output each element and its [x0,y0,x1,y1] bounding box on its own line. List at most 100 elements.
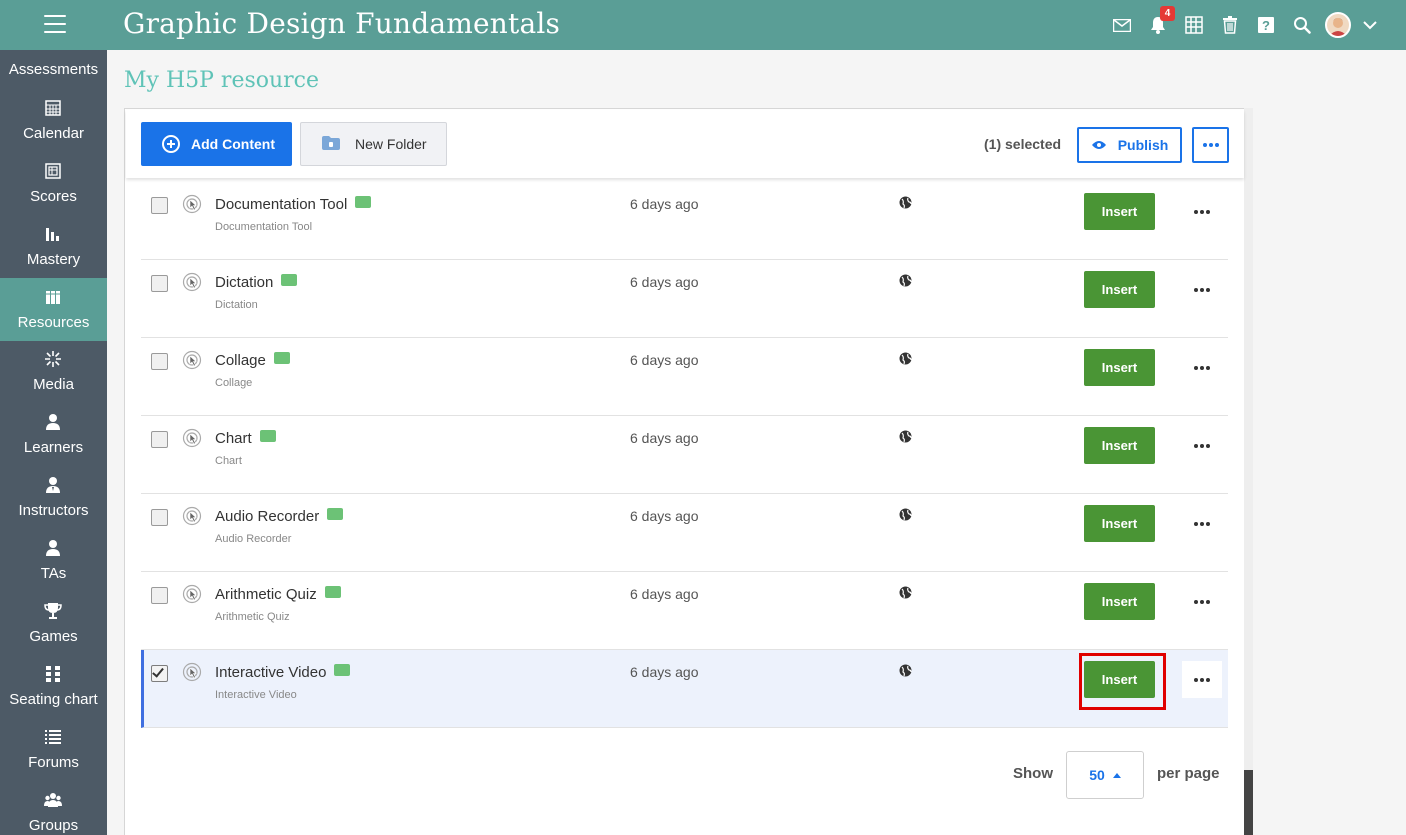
insert-button[interactable]: Insert [1084,505,1155,542]
sidebar-item-tas[interactable]: TAs [0,530,107,593]
table-row-selected[interactable]: Interactive Video Interactive Video 6 da… [141,650,1228,728]
globe-icon [899,274,913,288]
grid-calendar-icon[interactable] [1176,10,1212,40]
new-folder-label: New Folder [355,136,427,152]
row-more-button[interactable] [1182,349,1222,386]
row-checkbox[interactable] [151,509,168,526]
add-content-button[interactable]: Add Content [141,122,292,166]
sidebar-item-seating-chart[interactable]: Seating chart [0,656,107,719]
h5p-type-icon [182,428,202,448]
app-title: Graphic Design Fundamentals [123,7,561,40]
search-icon[interactable] [1284,10,1320,40]
sidebar-item-instructors[interactable]: Instructors [0,467,107,530]
row-title[interactable]: Arithmetic Quiz [215,586,341,603]
chevron-down-icon[interactable] [1356,10,1384,40]
table-row[interactable]: Documentation Tool Documentation Tool 6 … [141,182,1228,260]
help-icon[interactable]: ? [1248,10,1284,40]
sidebar-item-scores[interactable]: Scores [0,152,107,215]
table-row[interactable]: Collage Collage 6 days ago Insert [141,338,1228,416]
per-page-select[interactable]: 50 [1066,751,1144,799]
sidebar-item-resources[interactable]: Resources [0,278,107,341]
table-row[interactable]: Dictation Dictation 6 days ago Insert [141,260,1228,338]
row-checkbox[interactable] [151,587,168,604]
insert-button[interactable]: Insert [1084,349,1155,386]
row-title[interactable]: Dictation [215,274,298,291]
row-checkbox[interactable] [151,353,168,370]
row-checkbox[interactable] [151,197,168,214]
table-row[interactable]: Audio Recorder Audio Recorder 6 days ago… [141,494,1228,572]
row-date: 6 days ago [630,274,699,290]
checkmark-icon [152,665,164,678]
instructor-icon [43,476,63,494]
row-title[interactable]: Interactive Video [215,664,351,681]
sidebar-item-games[interactable]: Games [0,593,107,656]
row-title[interactable]: Audio Recorder [215,508,344,525]
sidebar-item-label: Forums [28,754,79,771]
calendar-icon [43,99,63,117]
h5p-type-icon [182,584,202,604]
row-subtitle: Audio Recorder [215,533,292,545]
scrollbar-thumb[interactable] [1244,770,1253,835]
ta-icon [43,539,63,557]
shared-icon [334,664,351,676]
sidebar-item-label: TAs [40,565,67,582]
row-more-button[interactable] [1182,427,1222,464]
insert-button[interactable]: Insert [1084,193,1155,230]
sidebar-item-mastery[interactable]: Mastery [0,215,107,278]
more-options-button[interactable] [1192,127,1229,163]
row-title[interactable]: Chart [215,430,276,447]
row-date: 6 days ago [630,508,699,524]
row-title[interactable]: Documentation Tool [215,196,372,213]
scores-icon [43,162,63,180]
sidebar-item-label: Games [29,628,78,645]
scrollbar-track[interactable] [1244,108,1253,835]
globe-icon [899,196,913,210]
sidebar-item-media[interactable]: Media [0,341,107,404]
row-more-button[interactable] [1182,271,1222,308]
new-folder-button[interactable]: New Folder [300,122,447,166]
books-icon [43,288,63,306]
add-content-label: Add Content [191,136,275,152]
media-icon [43,350,63,368]
row-more-button[interactable] [1182,505,1222,542]
user-avatar[interactable] [1320,10,1356,40]
h5p-type-icon [182,350,202,370]
table-row[interactable]: Arithmetic Quiz Arithmetic Quiz 6 days a… [141,572,1228,650]
row-more-button[interactable] [1182,583,1222,620]
row-title[interactable]: Collage [215,352,290,369]
menu-icon[interactable] [44,15,66,33]
insert-button[interactable]: Insert [1084,271,1155,308]
sidebar-item-learners[interactable]: Learners [0,404,107,467]
svg-text:?: ? [1262,18,1270,33]
per-page-label: per page [1157,765,1220,782]
publish-button[interactable]: Publish [1077,127,1182,163]
sidebar-item-label: Resources [17,314,90,331]
row-more-button[interactable] [1182,661,1222,698]
row-checkbox[interactable] [151,275,168,292]
sidebar-item-forums[interactable]: Forums [0,719,107,782]
insert-button[interactable]: Insert [1084,661,1155,698]
notifications-icon[interactable]: 4 [1140,6,1176,40]
content-list: Documentation Tool Documentation Tool 6 … [141,182,1228,728]
page-title: My H5P resource [124,68,320,93]
more-dots-icon [1194,521,1210,526]
shared-icon [273,352,290,364]
trash-icon[interactable] [1212,10,1248,40]
table-row[interactable]: Chart Chart 6 days ago Insert [141,416,1228,494]
insert-button[interactable]: Insert [1084,583,1155,620]
row-checkbox-checked[interactable] [151,665,168,682]
mail-icon[interactable] [1104,10,1140,40]
insert-button[interactable]: Insert [1084,427,1155,464]
seating-icon [43,665,63,683]
per-page-value: 50 [1089,767,1105,783]
sidebar-item-label: Instructors [18,502,89,519]
sidebar-item-groups[interactable]: Groups [0,782,107,835]
row-checkbox[interactable] [151,431,168,448]
more-dots-icon [1194,443,1210,448]
notification-count-badge: 4 [1160,6,1175,21]
h5p-type-icon [182,506,202,526]
sidebar-item-calendar[interactable]: Calendar [0,89,107,152]
row-date: 6 days ago [630,586,699,602]
row-more-button[interactable] [1182,193,1222,230]
row-subtitle: Collage [215,377,253,389]
